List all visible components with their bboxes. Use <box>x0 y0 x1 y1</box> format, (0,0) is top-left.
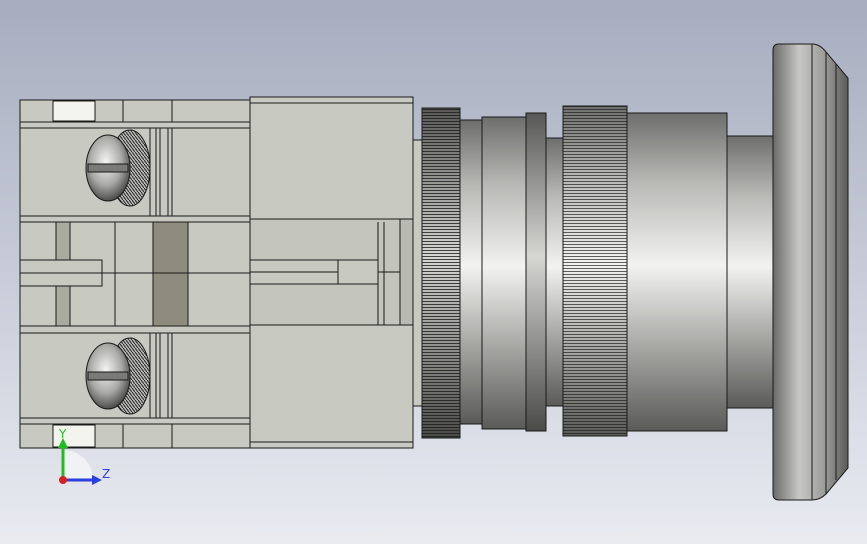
z-axis-label: Z <box>102 467 110 481</box>
triad-origin <box>59 476 67 484</box>
actuator-insert <box>152 221 189 327</box>
adapter-collar <box>399 218 415 326</box>
mounting-adapter[interactable] <box>249 96 424 449</box>
threaded-barrel[interactable] <box>459 112 565 432</box>
cad-viewport[interactable]: Y Z <box>0 0 867 544</box>
y-axis-label: Y <box>58 427 67 441</box>
mushroom-cap[interactable] <box>772 43 849 501</box>
screw-slot-bottom <box>87 371 129 381</box>
adapter-upper-jaw <box>249 96 414 220</box>
terminal-screw-bottom[interactable] <box>85 337 151 415</box>
screw-slot-top <box>87 163 129 173</box>
top-window <box>52 100 96 122</box>
knurled-lock-ring[interactable] <box>421 107 461 439</box>
adapter-lower-jaw <box>249 324 414 449</box>
panel-bushing[interactable] <box>626 112 774 432</box>
o-ring <box>525 112 547 432</box>
knurled-nut[interactable] <box>562 105 628 437</box>
